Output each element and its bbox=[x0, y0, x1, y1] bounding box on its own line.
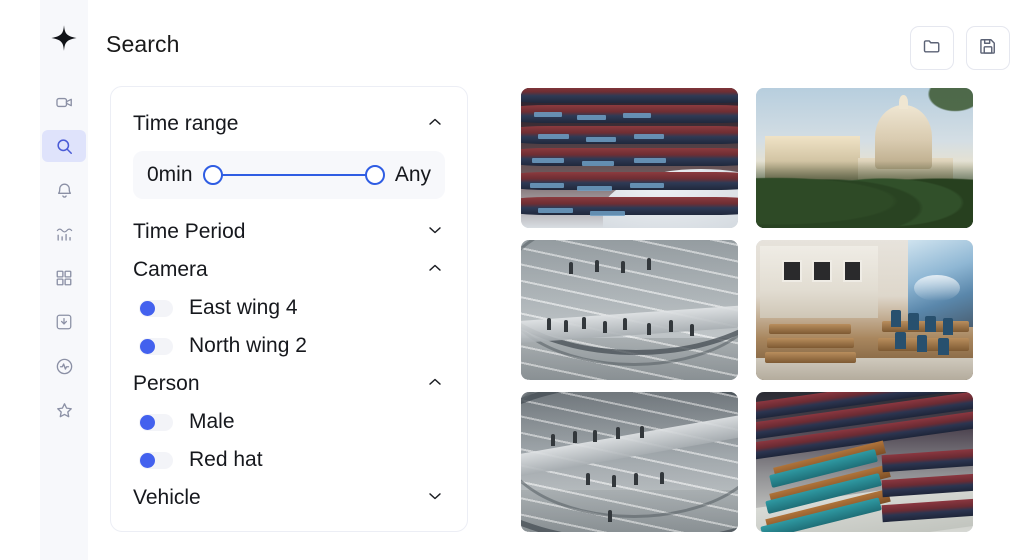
chevron-down-icon[interactable] bbox=[425, 486, 445, 511]
open-folder-button[interactable] bbox=[910, 26, 954, 70]
result-image-parliament-red bbox=[521, 88, 738, 228]
filter-section-vehicle[interactable]: Vehicle bbox=[133, 479, 445, 517]
folder-open-icon bbox=[922, 36, 942, 61]
activity-pulse-icon bbox=[55, 357, 74, 376]
page-title: Search bbox=[106, 31, 180, 57]
result-thumbnail[interactable] bbox=[521, 240, 738, 380]
filter-option-north-wing-2[interactable]: North wing 2 bbox=[133, 327, 445, 365]
result-thumbnail[interactable] bbox=[521, 392, 738, 532]
filter-section-time-range[interactable]: Time range bbox=[133, 105, 445, 143]
filter-option-label: Male bbox=[189, 410, 235, 433]
sidebar-item-search[interactable] bbox=[42, 130, 86, 162]
sidebar-item-cameras[interactable] bbox=[42, 86, 86, 118]
grid-dashboard-icon bbox=[55, 269, 73, 287]
filter-option-label: East wing 4 bbox=[189, 296, 298, 319]
sparkle-logo-icon[interactable] bbox=[40, 14, 88, 62]
sidebar-nav bbox=[40, 0, 88, 560]
filter-section-title: Person bbox=[133, 372, 200, 395]
filter-section-title: Time range bbox=[133, 112, 239, 135]
save-button[interactable] bbox=[966, 26, 1010, 70]
slider-track[interactable] bbox=[202, 164, 385, 186]
sidebar-item-dashboard[interactable] bbox=[42, 262, 86, 294]
result-thumbnail[interactable] bbox=[756, 88, 973, 228]
result-thumbnail[interactable] bbox=[756, 240, 973, 380]
slider-selected-range bbox=[209, 174, 378, 176]
search-icon bbox=[55, 137, 74, 156]
toggle-switch[interactable] bbox=[139, 451, 173, 469]
analytics-chart-icon bbox=[55, 225, 74, 244]
slider-max-label: Any bbox=[394, 163, 431, 186]
result-thumbnail[interactable] bbox=[521, 88, 738, 228]
filter-option-red-hat[interactable]: Red hat bbox=[133, 441, 445, 479]
toggle-switch[interactable] bbox=[139, 413, 173, 431]
sidebar-items bbox=[42, 86, 86, 426]
result-image-dome-ramp bbox=[521, 392, 738, 532]
page-header: Search bbox=[88, 0, 1034, 88]
filter-option-label: North wing 2 bbox=[189, 334, 307, 357]
chevron-down-icon[interactable] bbox=[425, 220, 445, 245]
save-disk-icon bbox=[978, 36, 998, 61]
result-image-dome-walkway bbox=[521, 240, 738, 380]
filter-option-east-wing-4[interactable]: East wing 4 bbox=[133, 289, 445, 327]
filters-panel: Time range 0min Any Time Period Camera E… bbox=[110, 86, 468, 532]
filter-section-title: Camera bbox=[133, 258, 208, 281]
slider-handle-min[interactable] bbox=[202, 165, 223, 185]
result-image-wood-chamber bbox=[756, 240, 973, 380]
slider-min-label: 0min bbox=[147, 163, 193, 186]
results-grid bbox=[521, 88, 973, 532]
sidebar-item-favorites[interactable] bbox=[42, 394, 86, 426]
app-root: Search Time range 0min Any Time Period C… bbox=[0, 0, 1034, 560]
time-range-slider[interactable]: 0min Any bbox=[133, 151, 445, 199]
filter-option-label: Red hat bbox=[189, 448, 263, 471]
chevron-up-icon[interactable] bbox=[425, 372, 445, 397]
star-icon bbox=[55, 401, 74, 420]
header-actions bbox=[910, 26, 1010, 70]
toggle-switch[interactable] bbox=[139, 299, 173, 317]
download-box-icon bbox=[55, 313, 73, 331]
sidebar-item-activity[interactable] bbox=[42, 350, 86, 382]
result-image-teal-chamber bbox=[756, 392, 973, 532]
filter-section-time-period[interactable]: Time Period bbox=[133, 213, 445, 251]
toggle-switch[interactable] bbox=[139, 337, 173, 355]
filter-section-title: Vehicle bbox=[133, 486, 201, 509]
sidebar-item-analytics[interactable] bbox=[42, 218, 86, 250]
sidebar-item-downloads[interactable] bbox=[42, 306, 86, 338]
filter-section-person[interactable]: Person bbox=[133, 365, 445, 403]
filter-option-male[interactable]: Male bbox=[133, 403, 445, 441]
chevron-up-icon[interactable] bbox=[425, 258, 445, 283]
result-thumbnail[interactable] bbox=[756, 392, 973, 532]
chevron-up-icon[interactable] bbox=[425, 112, 445, 137]
slider-handle-max[interactable] bbox=[364, 165, 385, 185]
filter-section-camera[interactable]: Camera bbox=[133, 251, 445, 289]
bell-icon bbox=[55, 181, 74, 200]
video-camera-icon bbox=[55, 93, 74, 112]
filter-section-title: Time Period bbox=[133, 220, 246, 243]
sidebar-item-alerts[interactable] bbox=[42, 174, 86, 206]
result-image-capitol bbox=[756, 88, 973, 228]
